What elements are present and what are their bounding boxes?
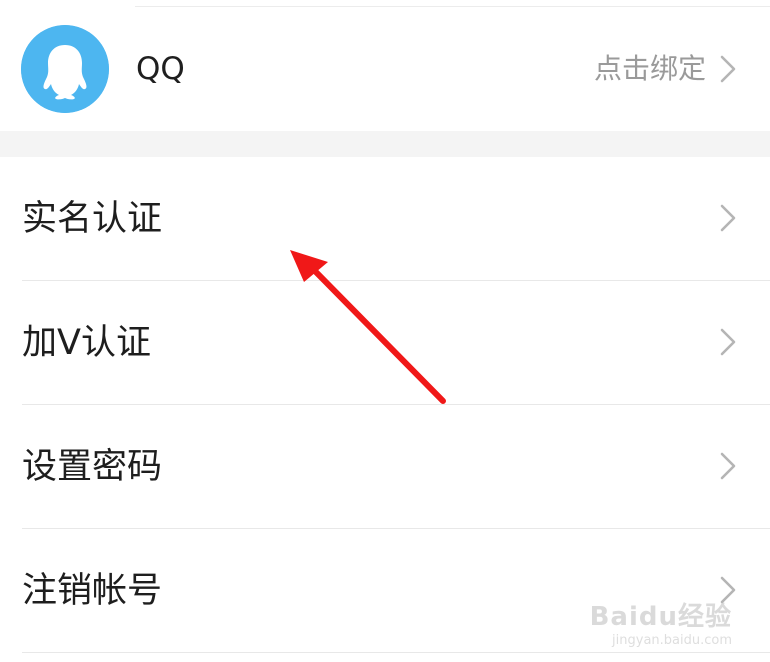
account-security-page: QQ 点击绑定 实名认证 加V认证 设置密码 注销帐号 Baidu经验 jing…	[0, 0, 770, 662]
menu-item-set-password[interactable]: 设置密码	[22, 405, 770, 529]
qq-penguin-icon	[21, 25, 109, 113]
qq-label: QQ	[136, 51, 185, 87]
qq-bind-action[interactable]: 点击绑定	[594, 51, 736, 87]
bind-action-label: 点击绑定	[593, 52, 706, 85]
menu-item-label: 设置密码	[22, 447, 163, 487]
menu-item-label: 注销帐号	[22, 571, 163, 611]
settings-menu-list: 实名认证 加V认证 设置密码 注销帐号	[0, 157, 770, 653]
section-divider	[0, 131, 770, 157]
menu-item-v-verification[interactable]: 加V认证	[22, 281, 770, 405]
watermark-url: jingyan.baidu.com	[612, 633, 732, 648]
qq-binding-row[interactable]: QQ 点击绑定	[0, 7, 770, 131]
menu-item-label: 实名认证	[22, 199, 163, 239]
chevron-right-icon	[720, 452, 736, 480]
menu-item-real-name-verification[interactable]: 实名认证	[22, 157, 770, 281]
chevron-right-icon	[720, 328, 736, 356]
menu-item-label: 加V认证	[22, 323, 151, 363]
chevron-right-icon	[720, 204, 736, 232]
watermark-logo: Baidu经验	[589, 602, 732, 632]
chevron-right-icon	[720, 55, 736, 83]
baidu-jingyan-watermark: Baidu经验 jingyan.baidu.com	[590, 596, 732, 648]
